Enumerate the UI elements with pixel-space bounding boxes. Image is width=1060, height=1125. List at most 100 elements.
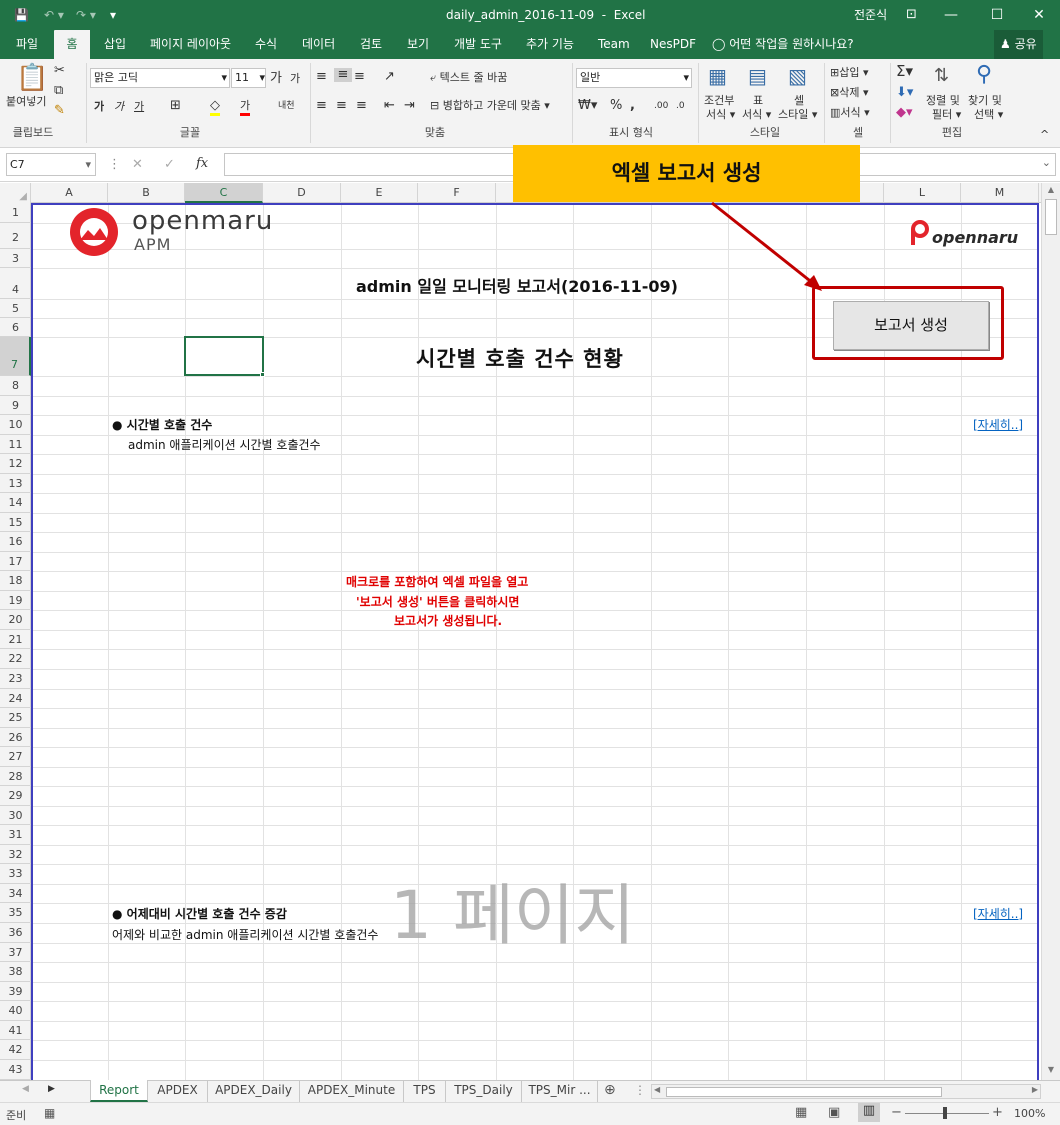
sheet-tab-tps-daily[interactable]: TPS_Daily (446, 1080, 522, 1102)
section-1-detail-link[interactable]: [자세히..] (973, 416, 1023, 433)
find-select-label-1[interactable]: 찾기 및 (968, 94, 1002, 108)
borders-icon[interactable]: ⊞ (170, 99, 181, 113)
row-header[interactable]: 4 (0, 268, 31, 299)
tab-data[interactable]: 데이터 (302, 30, 335, 59)
insert-cells-button[interactable]: ⊞삽입 ▾ (830, 66, 869, 80)
vertical-scroll-thumb[interactable] (1045, 199, 1057, 235)
tab-file[interactable]: 파일 (16, 30, 38, 59)
column-header-a[interactable]: A (31, 183, 108, 203)
conditional-format-label-2[interactable]: 서식 ▾ (706, 108, 735, 122)
format-as-table-label-2[interactable]: 서식 ▾ (742, 108, 771, 122)
row-header[interactable]: 23 (0, 669, 31, 689)
row-header[interactable]: 36 (0, 923, 31, 943)
close-icon[interactable]: ✕ (1016, 0, 1060, 30)
row-header[interactable]: 14 (0, 493, 31, 513)
row-header[interactable]: 37 (0, 943, 31, 962)
row-header[interactable]: 21 (0, 630, 31, 649)
sheet-tab-apdex-daily[interactable]: APDEX_Daily (208, 1080, 300, 1102)
row-header[interactable]: 11 (0, 435, 31, 454)
phonetic-icon[interactable]: 내천 (278, 99, 295, 113)
macro-record-icon[interactable]: ▦ (44, 1106, 55, 1120)
underline-icon[interactable]: 가 (134, 100, 144, 114)
row-header[interactable]: 8 (0, 376, 31, 396)
find-select-label-2[interactable]: 선택 ▾ (974, 108, 1003, 122)
copy-icon[interactable]: ⧉ (54, 84, 63, 98)
sort-filter-label-2[interactable]: 필터 ▾ (932, 108, 961, 122)
row-header[interactable]: 33 (0, 864, 31, 884)
zoom-slider-thumb[interactable] (943, 1107, 947, 1119)
cell-styles-label-1[interactable]: 셀 (794, 94, 804, 108)
comma-icon[interactable]: , (630, 99, 635, 113)
row-header[interactable]: 1 (0, 203, 31, 223)
row-header[interactable]: 42 (0, 1040, 31, 1060)
column-header-d[interactable]: D (263, 183, 341, 203)
sheet-tab-tps[interactable]: TPS (404, 1080, 446, 1102)
row-header[interactable]: 3 (0, 249, 31, 268)
sheet-tab-apdex[interactable]: APDEX (148, 1080, 208, 1102)
format-painter-icon[interactable]: ✎ (54, 104, 65, 118)
conditional-format-icon[interactable]: ▦ (708, 64, 727, 88)
row-header[interactable]: 5 (0, 299, 31, 318)
row-header[interactable]: 6 (0, 318, 31, 337)
page-break-view-icon[interactable]: ▥ (858, 1103, 880, 1122)
tab-home[interactable]: 홈 (54, 30, 90, 59)
align-middle-icon[interactable]: ≡ (334, 68, 352, 82)
column-header-b[interactable]: B (108, 183, 185, 203)
row-header[interactable]: 19 (0, 591, 31, 610)
decrease-decimal-icon[interactable]: .0 (676, 99, 685, 113)
autosum-icon[interactable]: Σ▾ (896, 64, 913, 79)
sheet-tab-apdex-minute[interactable]: APDEX_Minute (300, 1080, 404, 1102)
align-top-icon[interactable]: ≡ (316, 70, 327, 84)
column-header-l[interactable]: L (884, 183, 961, 203)
italic-icon[interactable]: 가 (114, 100, 124, 114)
row-header[interactable]: 13 (0, 474, 31, 493)
tab-review[interactable]: 검토 (360, 30, 382, 59)
generate-report-button[interactable]: 보고서 생성 (833, 301, 989, 350)
insert-function-icon[interactable]: fx (196, 157, 208, 171)
bold-icon[interactable]: 가 (94, 100, 104, 114)
align-bottom-icon[interactable]: ≡ (354, 70, 365, 84)
row-header[interactable]: 32 (0, 845, 31, 864)
zoom-level[interactable]: 100% (1014, 1107, 1045, 1120)
row-header[interactable]: 28 (0, 767, 31, 786)
horizontal-scrollbar[interactable]: ◀ ▶ (651, 1084, 1041, 1099)
horizontal-scroll-thumb[interactable] (666, 1087, 942, 1097)
merge-center-button[interactable]: ⊟ 병합하고 가운데 맞춤 ▾ (430, 99, 550, 113)
page-layout-view-icon[interactable]: ▣ (828, 1105, 840, 1120)
sheet-tab-report[interactable]: Report (90, 1080, 148, 1102)
normal-view-icon[interactable]: ▦ (795, 1105, 807, 1120)
align-center-icon[interactable]: ≡ (336, 99, 347, 113)
tab-splitter-icon[interactable]: ⋮ (634, 1083, 646, 1097)
vertical-scrollbar[interactable]: ▲ ▼ (1041, 183, 1060, 1080)
row-header[interactable]: 24 (0, 689, 31, 708)
column-header-c[interactable]: C (185, 183, 263, 203)
scroll-down-icon[interactable]: ▼ (1042, 1065, 1060, 1074)
number-format-select[interactable]: 일반 ▾ (576, 68, 692, 88)
accounting-format-icon[interactable]: ₩▾ (578, 99, 597, 113)
section-2-detail-link[interactable]: [자세히..] (973, 905, 1023, 922)
customize-quick-access-icon[interactable]: ▾ (110, 0, 116, 30)
row-header[interactable]: 34 (0, 884, 31, 903)
font-size-select[interactable]: 11 ▾ (231, 68, 266, 88)
font-name-select[interactable]: 맑은 고딕 ▾ (90, 68, 230, 88)
collapse-ribbon-icon[interactable]: ^ (1040, 128, 1049, 142)
user-name[interactable]: 전준식 (854, 0, 887, 30)
share-button[interactable]: ♟ 공유 (994, 30, 1043, 59)
delete-cells-button[interactable]: ⊠삭제 ▾ (830, 86, 869, 100)
column-header-e[interactable]: E (341, 183, 418, 203)
conditional-format-label-1[interactable]: 조건부 (704, 94, 734, 108)
ribbon-display-options-icon[interactable]: ⊡ (906, 0, 917, 30)
tab-formulas[interactable]: 수식 (255, 30, 277, 59)
align-left-icon[interactable]: ≡ (316, 99, 327, 113)
paste-label[interactable]: 붙여넣기 (6, 95, 46, 109)
cut-icon[interactable]: ✂ (54, 64, 65, 78)
row-header[interactable]: 15 (0, 513, 31, 532)
format-as-table-label-1[interactable]: 표 (753, 94, 763, 108)
row-header[interactable]: 26 (0, 728, 31, 747)
format-as-table-icon[interactable]: ▤ (748, 64, 767, 88)
cancel-entry-icon[interactable]: ✕ (132, 158, 143, 172)
row-header[interactable]: 35 (0, 903, 31, 923)
row-header[interactable]: 10 (0, 415, 31, 435)
fill-handle[interactable] (260, 372, 265, 377)
row-header[interactable]: 7 (0, 337, 31, 376)
